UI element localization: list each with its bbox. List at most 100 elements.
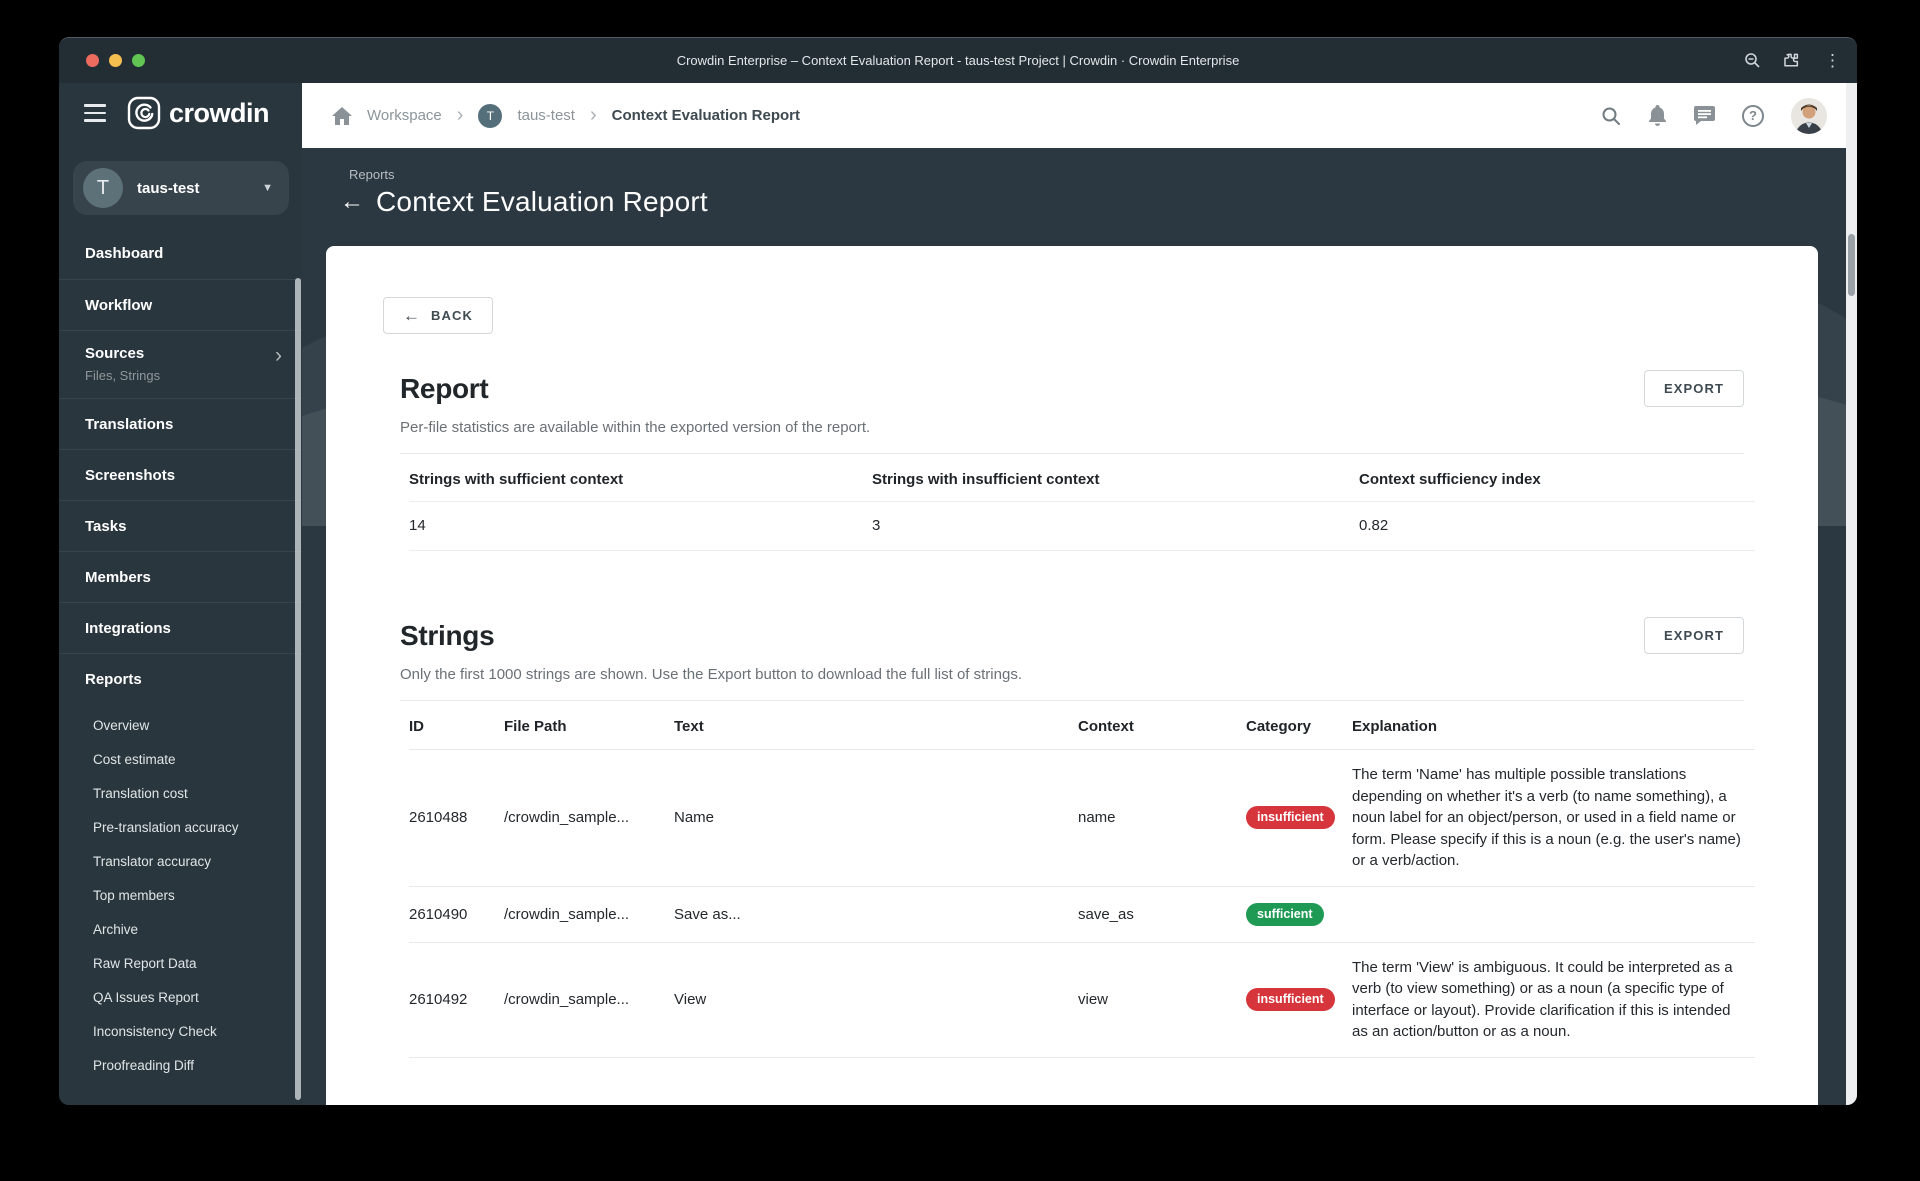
col-explanation: Explanation <box>1352 718 1438 735</box>
sidebar-scrollbar[interactable] <box>295 278 301 1100</box>
subnav-archive[interactable]: Archive <box>59 912 302 946</box>
cell-category: sufficient <box>1246 887 1352 942</box>
crowdin-logo-icon <box>127 96 161 130</box>
page-scrollbar[interactable] <box>1846 83 1857 1105</box>
messages-chat-icon[interactable] <box>1694 105 1715 126</box>
sources-sublabel: Files, Strings <box>85 368 161 383</box>
col-text: Text <box>674 718 704 735</box>
chevron-right-icon: › <box>275 344 282 367</box>
report-export-button[interactable]: EXPORT <box>1643 370 1744 407</box>
hero-eyebrow: Reports <box>349 167 395 182</box>
zoom-out-icon[interactable] <box>1744 52 1761 69</box>
crowdin-wordmark: crowdin <box>169 97 270 128</box>
subnav-cost-estimate[interactable]: Cost estimate <box>59 742 302 776</box>
stat-header-insufficient: Strings with insufficient context <box>872 454 1359 502</box>
strings-table: ID File Path Text Context Category Expla… <box>409 701 1755 1058</box>
project-name: taus-test <box>137 179 200 197</box>
cell-context: name <box>1078 809 1116 827</box>
strings-export-button[interactable]: EXPORT <box>1643 617 1744 654</box>
status-badge: sufficient <box>1246 902 1324 926</box>
back-button[interactable]: ← BACK <box>383 297 493 334</box>
cell-explanation: The term 'View' is ambiguous. It could b… <box>1352 958 1733 1041</box>
col-context: Context <box>1078 718 1134 735</box>
breadcrumb-current: Context Evaluation Report <box>611 107 800 124</box>
browser-titlebar: Crowdin Enterprise – Context Evaluation … <box>59 38 1857 83</box>
subnav-proofreading-diff[interactable]: Proofreading Diff <box>59 1048 302 1082</box>
chevron-right-icon: › <box>589 103 597 126</box>
subnav-pre-translation-accuracy[interactable]: Pre-translation accuracy <box>59 810 302 844</box>
strings-table-header: ID File Path Text Context Category Expla… <box>409 701 1755 750</box>
cell-category: insufficient <box>1246 790 1352 845</box>
project-avatar: T <box>83 168 123 208</box>
stat-value-insufficient: 3 <box>872 502 1359 551</box>
stat-header-index: Context sufficiency index <box>1359 454 1755 502</box>
sidebar-item-reports[interactable]: Reports <box>59 653 302 704</box>
cell-text: Save as... <box>674 905 741 923</box>
subnav-translator-accuracy[interactable]: Translator accuracy <box>59 844 302 878</box>
status-badge: insufficient <box>1246 988 1335 1011</box>
notifications-bell-icon[interactable] <box>1648 105 1667 126</box>
content-card: ← BACK Report EXPORT Per-file statistics… <box>326 246 1818 1105</box>
main-region: Workspace › T taus-test › Context Evalua… <box>302 83 1857 1105</box>
stat-value-sufficient: 14 <box>409 502 872 551</box>
window-title: Crowdin Enterprise – Context Evaluation … <box>676 53 1240 68</box>
sidebar-item-tasks[interactable]: Tasks <box>59 500 302 551</box>
browser-menu-icon[interactable]: ⋮ <box>1824 52 1841 69</box>
reports-subnav: Overview Cost estimate Translation cost … <box>59 704 302 1090</box>
report-section-subtitle: Per-file statistics are available within… <box>400 419 871 436</box>
cell-file-path: /crowdin_sample... <box>504 991 630 1008</box>
page-title: Context Evaluation Report <box>376 186 708 217</box>
sidebar-nav: Dashboard Workflow Sources Files, String… <box>59 228 302 1090</box>
sidebar: crowdin T taus-test ▼ Dashboard Workflow… <box>59 83 302 1105</box>
cell-file-path: /crowdin_sample... <box>504 905 630 923</box>
cell-id: 2610488 <box>409 809 468 827</box>
search-icon[interactable] <box>1601 106 1621 126</box>
table-row[interactable]: 2610488 /crowdin_sample... Name name ins… <box>409 750 1755 887</box>
strings-section-title: Strings <box>400 619 495 651</box>
table-row[interactable]: 2610490 /crowdin_sample... Save as... sa… <box>409 887 1755 943</box>
cell-file-path: /crowdin_sample... <box>504 809 630 827</box>
sidebar-item-members[interactable]: Members <box>59 551 302 602</box>
subnav-raw-report-data[interactable]: Raw Report Data <box>59 946 302 980</box>
subnav-inconsistency-check[interactable]: Inconsistency Check <box>59 1014 302 1048</box>
breadcrumb-project[interactable]: taus-test <box>517 107 575 124</box>
subnav-translation-cost[interactable]: Translation cost <box>59 776 302 810</box>
page-scrollbar-thumb[interactable] <box>1848 234 1855 296</box>
subnav-qa-issues-report[interactable]: QA Issues Report <box>59 980 302 1014</box>
cell-explanation <box>1352 900 1755 928</box>
strings-section-subtitle: Only the first 1000 strings are shown. U… <box>400 666 1022 683</box>
breadcrumb-project-avatar[interactable]: T <box>478 103 503 128</box>
stat-value-index: 0.82 <box>1359 502 1755 551</box>
breadcrumb-workspace[interactable]: Workspace <box>367 107 442 124</box>
breadcrumb: Workspace › T taus-test › Context Evalua… <box>332 103 800 128</box>
cell-category: insufficient <box>1246 972 1352 1027</box>
col-category: Category <box>1246 718 1312 735</box>
table-row[interactable]: 2610492 /crowdin_sample... View view ins… <box>409 943 1755 1058</box>
back-arrow-icon[interactable]: ← <box>340 190 364 214</box>
sidebar-logo-row: crowdin <box>59 83 302 143</box>
sidebar-item-sources[interactable]: Sources Files, Strings › <box>59 330 302 398</box>
cell-id: 2610492 <box>409 991 468 1008</box>
status-badge: insufficient <box>1246 806 1335 830</box>
subnav-overview[interactable]: Overview <box>59 708 302 742</box>
project-switcher[interactable]: T taus-test ▼ <box>73 161 289 215</box>
cell-id: 2610490 <box>409 905 468 923</box>
user-avatar[interactable] <box>1791 97 1827 134</box>
stat-header-sufficient: Strings with sufficient context <box>409 454 872 502</box>
extensions-puzzle-icon[interactable] <box>1783 51 1802 70</box>
report-section-title: Report <box>400 372 489 404</box>
sidebar-item-screenshots[interactable]: Screenshots <box>59 449 302 500</box>
subnav-top-members[interactable]: Top members <box>59 878 302 912</box>
sidebar-item-workflow[interactable]: Workflow <box>59 279 302 330</box>
help-icon[interactable]: ? <box>1742 104 1764 127</box>
hamburger-menu-icon[interactable] <box>84 104 106 122</box>
browser-window: Crowdin Enterprise – Context Evaluation … <box>59 37 1857 1105</box>
sidebar-item-dashboard[interactable]: Dashboard <box>59 228 302 279</box>
chevron-right-icon: › <box>456 103 464 126</box>
home-icon[interactable] <box>332 106 352 125</box>
chevron-down-icon: ▼ <box>262 182 273 194</box>
crowdin-logo[interactable]: crowdin <box>127 96 270 130</box>
sidebar-item-translations[interactable]: Translations <box>59 398 302 449</box>
sidebar-item-integrations[interactable]: Integrations <box>59 602 302 653</box>
app-header: Workspace › T taus-test › Context Evalua… <box>302 83 1857 148</box>
